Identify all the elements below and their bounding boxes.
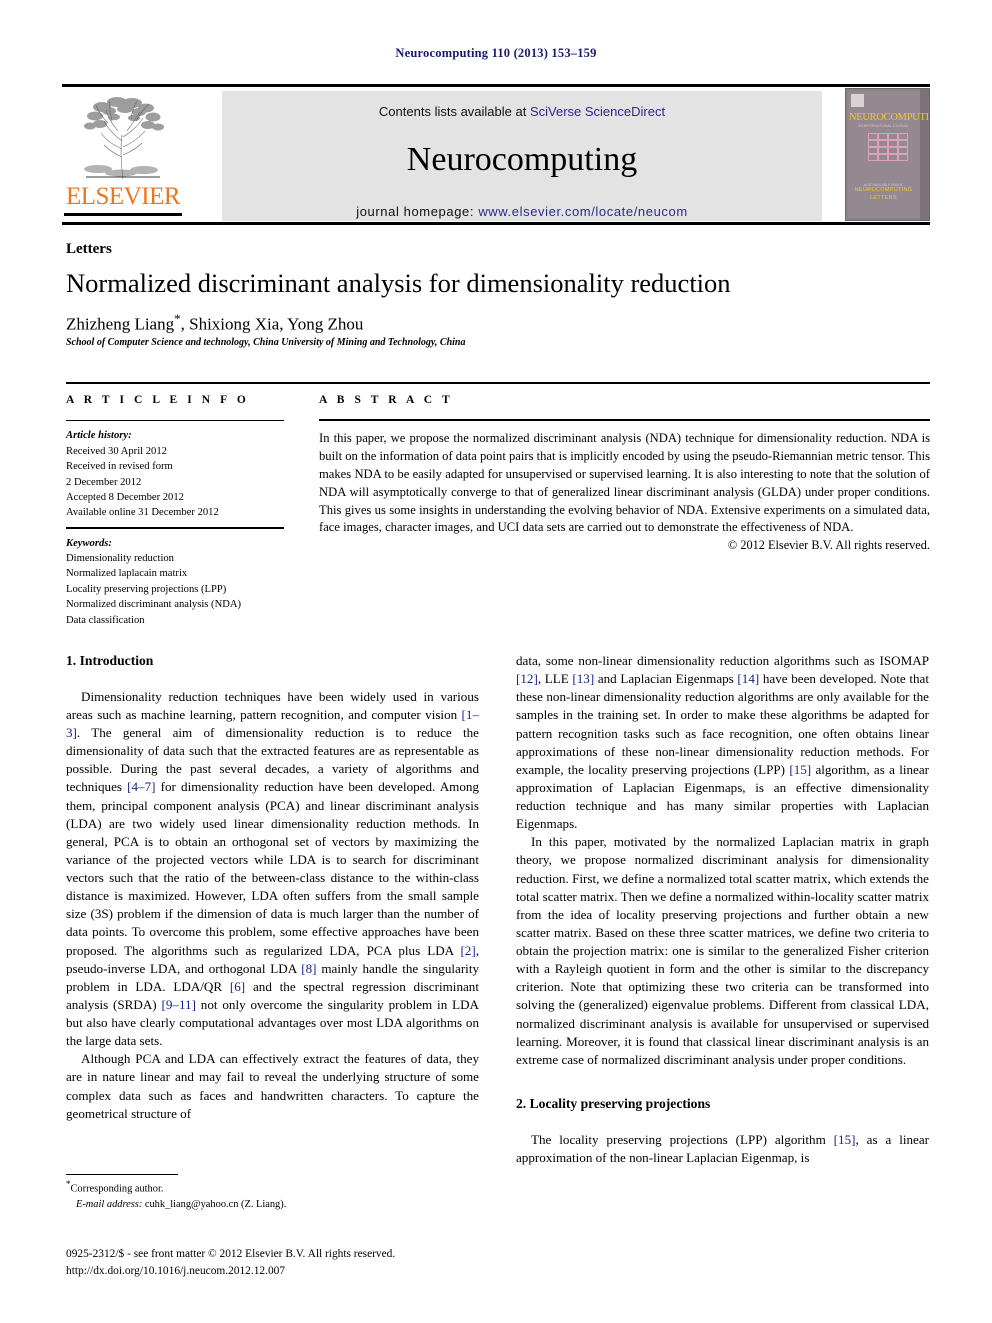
paragraph: The locality preserving projections (LPP…	[516, 1131, 929, 1167]
contents-available-line: Contents lists available at SciVerse Sci…	[222, 104, 822, 119]
info-middle-rule	[66, 526, 284, 529]
citation-ref[interactable]: [13]	[572, 671, 594, 686]
page-footer: 0925-2312/$ - see front matter © 2012 El…	[66, 1246, 586, 1280]
info-top-rule	[66, 382, 930, 384]
history-item: Accepted 8 December 2012	[66, 492, 184, 503]
citation-ref[interactable]: [2]	[460, 943, 475, 958]
keyword-item: Data classification	[66, 614, 145, 626]
homepage-prefix: journal homepage:	[356, 203, 479, 219]
citation-ref[interactable]: [8]	[301, 961, 316, 976]
keyword-item: Dimensionality reduction	[66, 552, 174, 564]
keyword-item: Normalized discriminant analysis (NDA)	[66, 599, 242, 611]
info-heading-rule	[66, 420, 284, 422]
cover-journal-title: NEUROCOMPUTING	[849, 111, 929, 123]
copyright-line: © 2012 Elsevier B.V. All rights reserved…	[727, 538, 930, 553]
citation-ref[interactable]: [15]	[834, 1132, 856, 1147]
page-title: Normalized discriminant analysis for dim…	[66, 268, 731, 298]
citation-ref[interactable]: [6]	[230, 979, 245, 994]
article-info-column: A R T I C L E I N F O Article history: R…	[66, 394, 284, 628]
corresponding-author-text: Corresponding author.	[70, 1183, 164, 1195]
keyword-item: Locality preserving projections (LPP)	[66, 583, 227, 595]
author-name-1: Zhizheng Liang	[66, 314, 175, 334]
footnote-block: *Corresponding author. E-mail address: c…	[66, 1178, 486, 1212]
section-1-heading: 1. Introduction	[66, 653, 154, 668]
body-column-left: 1. Introduction Dimensionality reduction…	[66, 652, 479, 1123]
article-history-label: Article history:	[66, 430, 132, 442]
keywords-label: Keywords:	[66, 537, 112, 549]
elsevier-underline	[64, 212, 182, 216]
citation-ref[interactable]: [14]	[737, 671, 759, 686]
email-line: E-mail address: cuhk_liang@yahoo.cn (Z. …	[66, 1197, 486, 1212]
contents-prefix: Contents lists available at	[378, 103, 530, 119]
email-label: E-mail address:	[76, 1198, 143, 1210]
citation-ref[interactable]: [12]	[516, 671, 538, 686]
abstract-text: In this paper, we propose the normalized…	[319, 431, 930, 535]
body-column-right: data, some non-linear dimensionality red…	[516, 652, 929, 1167]
history-item: 2 December 2012	[66, 476, 142, 488]
paragraph: Dimensionality reduction techniques have…	[66, 688, 479, 1051]
text-run: for dimensionality reduction have been d…	[66, 779, 479, 958]
citation-ref[interactable]: [4–7]	[127, 779, 155, 794]
abstract-column: A B S T R A C T In this paper, we propos…	[319, 394, 930, 553]
issn-line: 0925-2312/$ - see front matter © 2012 El…	[66, 1248, 396, 1260]
section-2-heading: 2. Locality preserving projections	[516, 1095, 711, 1111]
running-head: Neurocomputing 110 (2013) 153–159	[395, 46, 597, 60]
article-section-label: Letters	[66, 241, 112, 257]
cover-elsevier-mark-icon	[851, 93, 864, 107]
journal-homepage-link[interactable]: www.elsevier.com/locate/neucom	[478, 204, 687, 219]
email-address[interactable]: cuhk_liang@yahoo.cn (Z. Liang).	[142, 1199, 286, 1210]
elsevier-logo: ELSEVIER	[62, 91, 184, 221]
affiliation: School of Computer Science and technolog…	[66, 337, 466, 348]
cover-subtitle: AN INTERNATIONAL JOURNAL	[858, 123, 909, 128]
paragraph: In this paper, motivated by the normaliz…	[516, 834, 929, 1067]
history-item: Received 30 April 2012	[66, 445, 167, 457]
sciencedirect-link[interactable]: SciVerse ScienceDirect	[530, 104, 665, 119]
cover-bottom-text: NEUROCOMPUTING LETTERS	[849, 186, 918, 203]
cover-grid-graphic	[868, 132, 908, 161]
article-history-block: Article history: Received 30 April 2012 …	[66, 428, 284, 521]
article-info-heading: A R T I C L E I N F O	[66, 394, 250, 406]
keywords-block: Keywords: Dimensionality reduction Norma…	[66, 536, 284, 629]
text-run: and Laplacian Eigenmaps	[594, 671, 738, 687]
citation-ref[interactable]: [15]	[789, 762, 811, 777]
journal-homepage-line: journal homepage: www.elsevier.com/locat…	[222, 204, 822, 219]
article-page: Neurocomputing 110 (2013) 153–159 ELSEVI…	[0, 0, 992, 1323]
paragraph: data, some non-linear dimensionality red…	[516, 652, 929, 833]
abstract-heading-rule	[319, 419, 930, 421]
cover-bottom-line1: NEUROCOMPUTING	[854, 187, 913, 193]
journal-title: Neurocomputing	[406, 140, 638, 178]
masthead-body: ELSEVIER Contents lists available at Sci…	[62, 87, 930, 221]
keyword-item: Normalized laplacain matrix	[66, 568, 188, 580]
masthead-bottom-rule	[62, 222, 930, 225]
text-run: Dimensionality reduction techniques have…	[66, 688, 479, 722]
history-item: Received in revised form	[66, 461, 173, 473]
sciencedirect-banner: Contents lists available at SciVerse Sci…	[222, 90, 822, 221]
author-list: Zhizheng Liang*, Shixiong Xia, Yong Zhou	[66, 311, 926, 335]
text-run: , LLE	[537, 671, 573, 687]
citation-ref[interactable]: [9–11]	[162, 997, 196, 1012]
history-item: Available online 31 December 2012	[66, 507, 219, 519]
cover-bottom-line2: LETTERS	[870, 195, 897, 202]
footnote-rule	[66, 1174, 178, 1175]
text-run: The locality preserving projections (LPP…	[531, 1131, 834, 1147]
doi-line[interactable]: http://dx.doi.org/10.1016/j.neucom.2012.…	[66, 1263, 586, 1280]
elsevier-wordmark: ELSEVIER	[65, 182, 181, 210]
journal-cover-thumbnail: NEUROCOMPUTING AN INTERNATIONAL JOURNAL …	[845, 87, 930, 221]
author-names-rest: , Shixiong Xia, Yong Zhou	[180, 314, 364, 334]
cover-spine	[920, 88, 929, 220]
text-run: data, some non-linear dimensionality red…	[516, 653, 929, 668]
paragraph: Although PCA and LDA can effectively ext…	[66, 1051, 479, 1121]
abstract-heading: A B S T R A C T	[319, 394, 454, 406]
elsevier-tree-icon	[68, 91, 178, 183]
corresponding-author-note: *Corresponding author.	[66, 1178, 486, 1197]
journal-masthead: ELSEVIER Contents lists available at Sci…	[62, 84, 930, 221]
